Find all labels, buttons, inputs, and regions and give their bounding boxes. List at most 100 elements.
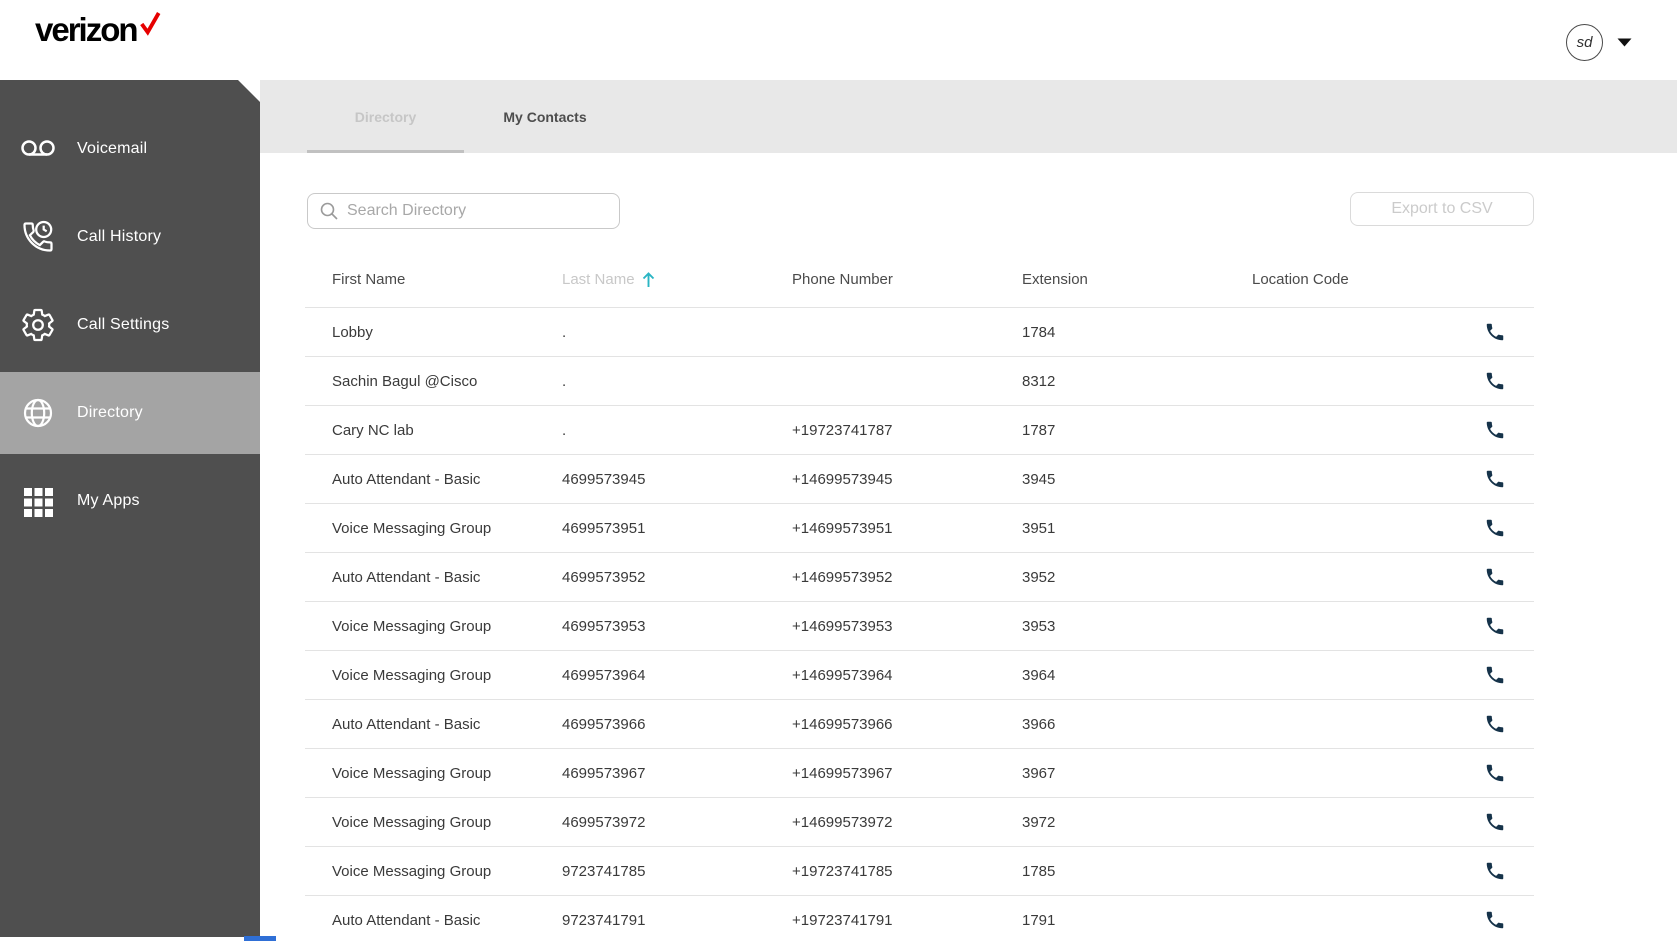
- cell-last-name: .: [562, 421, 567, 439]
- call-button[interactable]: [1483, 762, 1507, 786]
- call-settings-icon: [20, 307, 56, 343]
- avatar-initials: sd: [1576, 34, 1593, 51]
- cell-last-name: .: [562, 372, 567, 390]
- user-menu: sd: [1566, 24, 1632, 61]
- sidebar-item-label: Call History: [77, 228, 162, 245]
- tab-my-contacts-label: My Contacts: [503, 108, 587, 125]
- phone-icon: [1486, 372, 1504, 390]
- voicemail-icon: [20, 131, 56, 167]
- cell-extension: 3945: [1022, 470, 1056, 488]
- avatar[interactable]: sd: [1566, 24, 1603, 61]
- cell-phone-number: [792, 357, 1012, 405]
- sort-ascending-icon: [642, 271, 654, 287]
- call-button[interactable]: [1483, 419, 1507, 443]
- sidebar-item-voicemail[interactable]: Voicemail: [0, 108, 260, 190]
- sidebar-item-call-settings[interactable]: Call Settings: [0, 284, 260, 366]
- phone-icon: [1486, 666, 1504, 684]
- call-button[interactable]: [1483, 811, 1507, 835]
- column-header-last-name[interactable]: Last Name: [562, 251, 782, 307]
- call-button[interactable]: [1483, 370, 1507, 394]
- cell-extension: 3951: [1022, 519, 1056, 537]
- phone-icon: [1486, 617, 1504, 635]
- cell-first-name: Voice Messaging Group: [332, 519, 492, 537]
- verizon-check-icon: [139, 12, 161, 41]
- column-header-phone-number[interactable]: Phone Number: [792, 251, 1012, 307]
- cell-extension: 8312: [1022, 372, 1056, 390]
- call-button[interactable]: [1483, 664, 1507, 688]
- cell-last-name: 4699573952: [562, 568, 646, 586]
- sidebar-item-call-history[interactable]: Call History: [0, 196, 260, 278]
- cell-location-code: [1252, 798, 1472, 846]
- column-header-first-name[interactable]: First Name: [332, 251, 552, 307]
- chevron-down-icon[interactable]: [1617, 38, 1632, 47]
- cell-phone-number: [792, 308, 1012, 356]
- table-row: Auto Attendant - Basic 4699573966 +14699…: [305, 699, 1534, 748]
- cell-location-code: [1252, 357, 1472, 405]
- sidebar: Voicemail Call History Call Settings Dir…: [0, 80, 260, 937]
- cell-first-name: Auto Attendant - Basic: [332, 715, 481, 733]
- phone-icon: [1486, 519, 1504, 537]
- call-button[interactable]: [1483, 713, 1507, 737]
- column-header-location-code[interactable]: Location Code: [1252, 251, 1472, 307]
- cell-location-code: [1252, 553, 1472, 601]
- call-button[interactable]: [1483, 566, 1507, 590]
- cell-first-name: Cary NC lab: [332, 421, 414, 439]
- export-to-csv-button[interactable]: Export to CSV: [1350, 192, 1534, 226]
- cell-phone-number: +14699573953: [792, 617, 893, 635]
- cell-extension: 3964: [1022, 666, 1056, 684]
- call-button[interactable]: [1483, 860, 1507, 884]
- phone-icon: [1486, 470, 1504, 488]
- cell-location-code: [1252, 700, 1472, 748]
- table-row: Auto Attendant - Basic 4699573952 +14699…: [305, 552, 1534, 601]
- cell-location-code: [1252, 308, 1472, 356]
- phone-icon: [1486, 323, 1504, 341]
- cell-first-name: Voice Messaging Group: [332, 617, 492, 635]
- cell-first-name: Voice Messaging Group: [332, 862, 492, 880]
- phone-icon: [1486, 568, 1504, 586]
- app-header: verizon sd: [0, 0, 1677, 80]
- call-button[interactable]: [1483, 517, 1507, 541]
- call-button[interactable]: [1483, 321, 1507, 345]
- sidebar-menu: Voicemail Call History Call Settings Dir…: [0, 80, 260, 542]
- sidebar-item-my-apps[interactable]: My Apps: [0, 460, 260, 542]
- table-row: Voice Messaging Group 4699573964 +146995…: [305, 650, 1534, 699]
- cell-extension: 3952: [1022, 568, 1056, 586]
- cell-first-name: Auto Attendant - Basic: [332, 568, 481, 586]
- tab-my-contacts[interactable]: My Contacts: [460, 80, 630, 153]
- cell-last-name: 4699573953: [562, 617, 646, 635]
- apps-grid-icon: [20, 483, 56, 519]
- cell-phone-number: +14699573966: [792, 715, 893, 733]
- cell-last-name: .: [562, 323, 567, 341]
- cell-last-name: 4699573951: [562, 519, 646, 537]
- table-row: Auto Attendant - Basic 4699573945 +14699…: [305, 454, 1534, 503]
- sidebar-item-label: Call Settings: [77, 316, 170, 333]
- cell-location-code: [1252, 847, 1472, 895]
- cell-last-name: 4699573964: [562, 666, 646, 684]
- tab-active-underline: [307, 150, 464, 153]
- verizon-logo-text: verizon: [35, 11, 139, 48]
- cell-extension: 3972: [1022, 813, 1056, 831]
- call-button[interactable]: [1483, 909, 1507, 933]
- phone-icon: [1486, 715, 1504, 733]
- cell-extension: 3967: [1022, 764, 1056, 782]
- cell-phone-number: +14699573967: [792, 764, 893, 782]
- phone-icon: [1486, 911, 1504, 929]
- phone-icon: [1486, 862, 1504, 880]
- call-button[interactable]: [1483, 615, 1507, 639]
- cell-last-name: 4699573967: [562, 764, 646, 782]
- table-row: Cary NC lab . +19723741787 1787: [305, 405, 1534, 454]
- tab-directory-label: Directory: [354, 108, 417, 125]
- cell-extension: 3953: [1022, 617, 1056, 635]
- cell-first-name: Voice Messaging Group: [332, 764, 492, 782]
- cell-location-code: [1252, 651, 1472, 699]
- tab-directory[interactable]: Directory: [307, 80, 464, 153]
- cell-phone-number: +14699573952: [792, 568, 893, 586]
- cell-first-name: Voice Messaging Group: [332, 813, 492, 831]
- sidebar-item-directory[interactable]: Directory: [0, 372, 260, 454]
- tab-bar: Directory My Contacts: [260, 80, 1677, 153]
- call-button[interactable]: [1483, 468, 1507, 492]
- cell-location-code: [1252, 749, 1472, 797]
- cell-last-name: 9723741785: [562, 862, 646, 880]
- search-input[interactable]: [347, 202, 607, 220]
- column-header-extension[interactable]: Extension: [1022, 251, 1242, 307]
